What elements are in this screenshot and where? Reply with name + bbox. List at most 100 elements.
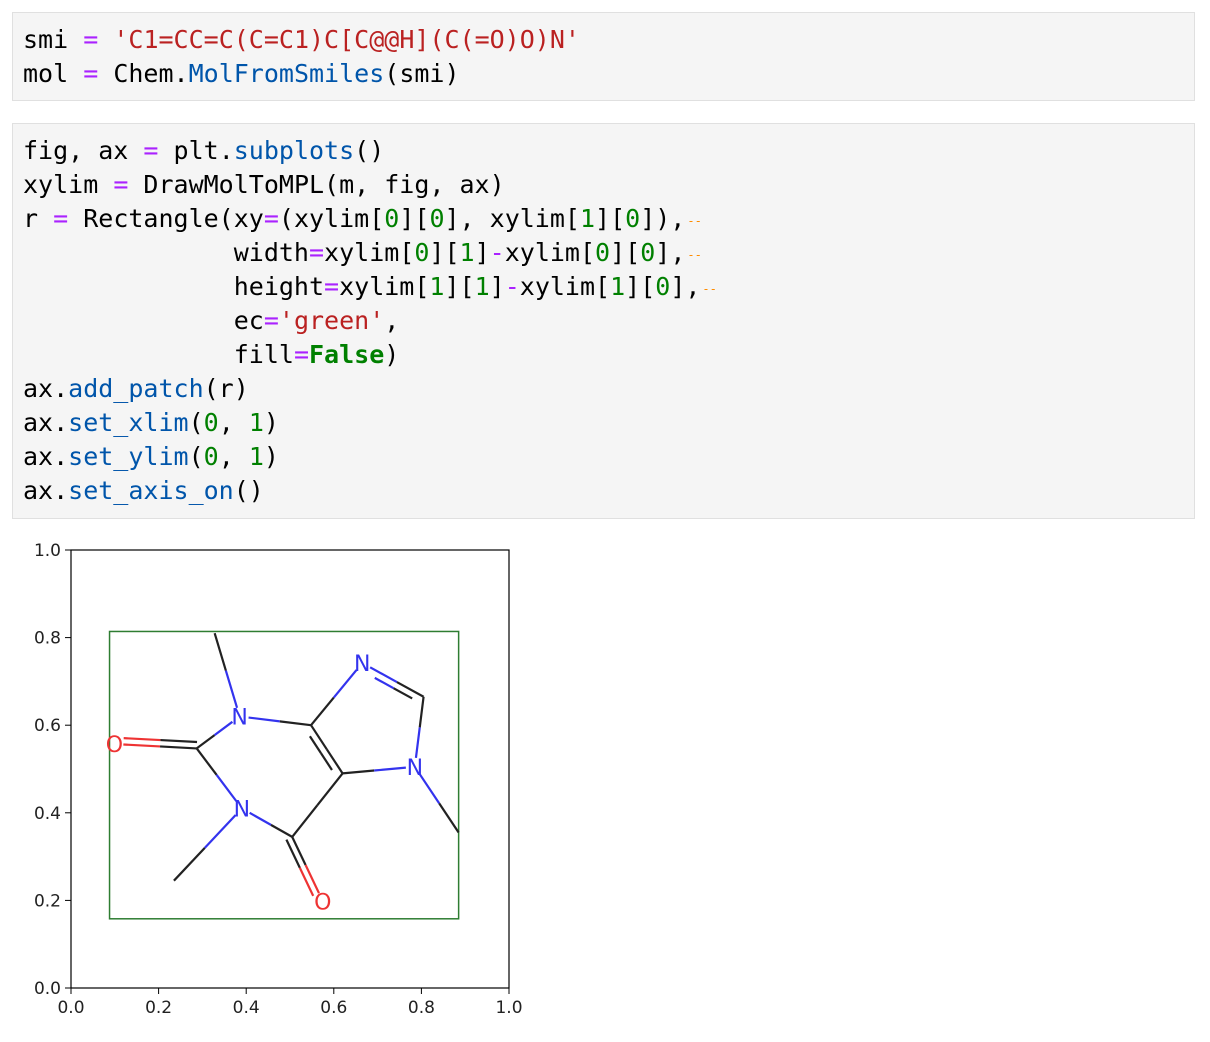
atom-label: N [407, 756, 423, 781]
bond-line [249, 811, 272, 826]
code-token: smi [23, 25, 69, 54]
bond-line [396, 681, 425, 698]
atom-label: N [234, 797, 250, 822]
code-token: = [308, 238, 325, 267]
bond-line [213, 720, 234, 736]
bond-line [310, 724, 328, 750]
code-token: 0 [429, 204, 445, 233]
code-token: ][ [444, 272, 475, 301]
code-token: 0 [203, 408, 219, 437]
bond-line [160, 738, 198, 744]
code-token: 1 [579, 204, 596, 233]
atom-label: O [106, 733, 123, 758]
y-tick-label: 0.4 [34, 804, 61, 824]
code-token: ] [474, 238, 490, 267]
code-cell-1[interactable]: smi = 'C1=CC=C(C=C1)C[C@@H](C(=O)O)N' mol… [12, 12, 1195, 101]
bond-line [203, 814, 237, 849]
code-line: r = Rectangle(xy=(xylim[0][0], xylim[1][… [23, 202, 1184, 236]
code-token: ( [188, 408, 204, 437]
code-line: xylim = DrawMolToMPL(m, fig, ax) [23, 168, 1184, 202]
code-token: ) [263, 442, 279, 471]
bond-line [310, 696, 335, 726]
code-token: , [218, 442, 249, 471]
code-line: ax.set_xlim(0, 1) [23, 406, 1184, 440]
bond-line [195, 747, 218, 776]
code-token: ][ [625, 272, 656, 301]
code-token: (smi) [384, 59, 460, 88]
code-token: 1 [248, 442, 264, 471]
bond-line [291, 804, 319, 838]
ellipsis-icon: -- [702, 282, 717, 296]
code-editor[interactable]: smi = 'C1=CC=C(C=C1)C[C@@H](C(=O)O)N' mol… [23, 23, 1184, 91]
code-token: ) [384, 340, 400, 369]
y-tick-label: 0.6 [34, 716, 61, 736]
code-token: xylim [23, 170, 114, 199]
code-token: ec [23, 306, 264, 335]
code-token: 1 [248, 408, 264, 437]
code-token: = [263, 306, 279, 335]
code-token: fill [23, 340, 294, 369]
bond-line [418, 696, 425, 728]
code-token: ax. [23, 442, 69, 471]
code-token: 1 [474, 272, 490, 301]
code-token: subplots [233, 136, 355, 165]
code-token: 0 [640, 238, 656, 267]
code-token: = [83, 59, 99, 88]
code-token: ax. [23, 408, 69, 437]
code-token: = [143, 136, 159, 165]
code-token: ], [655, 238, 686, 267]
code-token: plt. [158, 136, 234, 165]
code-token: ][ [429, 238, 460, 267]
code-line: fig, ax = plt.subplots() [23, 134, 1184, 168]
code-token: Rectangle(xy [68, 204, 264, 233]
code-token: ax. [23, 476, 69, 505]
bond-line [374, 766, 406, 772]
bond-line [159, 745, 197, 750]
code-cell-2[interactable]: fig, ax = plt.subplots() xylim = DrawMolT… [12, 123, 1195, 519]
x-tick-label: 0.0 [57, 998, 84, 1018]
code-token: add_patch [68, 374, 204, 403]
code-token: ], xylim[ [444, 204, 580, 233]
code-token: ][ [399, 204, 430, 233]
code-line: ax.add_patch(r) [23, 372, 1184, 406]
atom-label: O [314, 890, 331, 915]
code-token: (r) [203, 374, 249, 403]
code-token: MolFromSmiles [188, 59, 385, 88]
code-editor[interactable]: fig, ax = plt.subplots() xylim = DrawMolT… [23, 134, 1184, 508]
code-token: 0 [384, 204, 400, 233]
bond-line [291, 836, 307, 866]
code-token: = [53, 204, 69, 233]
code-token: xylim[ [339, 272, 430, 301]
y-tick-label: 1.0 [34, 541, 61, 561]
y-tick-label: 0.0 [34, 979, 61, 999]
code-token: 'C1=CC=C(C=C1)C[C@@H](C(=O)O)N' [113, 25, 580, 54]
code-token: () [233, 476, 264, 505]
atom-label: N [354, 652, 370, 677]
code-token: width [23, 238, 309, 267]
code-token: - [504, 272, 520, 301]
code-token: height [23, 272, 325, 301]
code-token: ], [670, 272, 701, 301]
code-token: ][ [595, 204, 626, 233]
code-token: = [263, 204, 279, 233]
code-token: 'green' [278, 306, 385, 335]
atom-label: N [231, 705, 247, 730]
code-token: fig, ax [23, 136, 144, 165]
axes-frame [70, 549, 510, 989]
bond-line [123, 737, 161, 742]
code-token: set_ylim [68, 442, 189, 471]
code-token: 0 [414, 238, 430, 267]
code-token: - [489, 238, 505, 267]
code-token: = [293, 340, 309, 369]
code-token: ) [263, 408, 279, 437]
code-token: ] [489, 272, 505, 301]
code-token: xylim[ [324, 238, 415, 267]
y-tick-label: 0.2 [34, 891, 61, 911]
code-token: set_xlim [68, 408, 189, 437]
ellipsis-icon: -- [687, 248, 702, 262]
code-token: mol [23, 59, 69, 88]
code-token: = [83, 25, 99, 54]
code-token: , [218, 408, 249, 437]
code-token: r [23, 204, 54, 233]
bond-line [414, 727, 421, 759]
